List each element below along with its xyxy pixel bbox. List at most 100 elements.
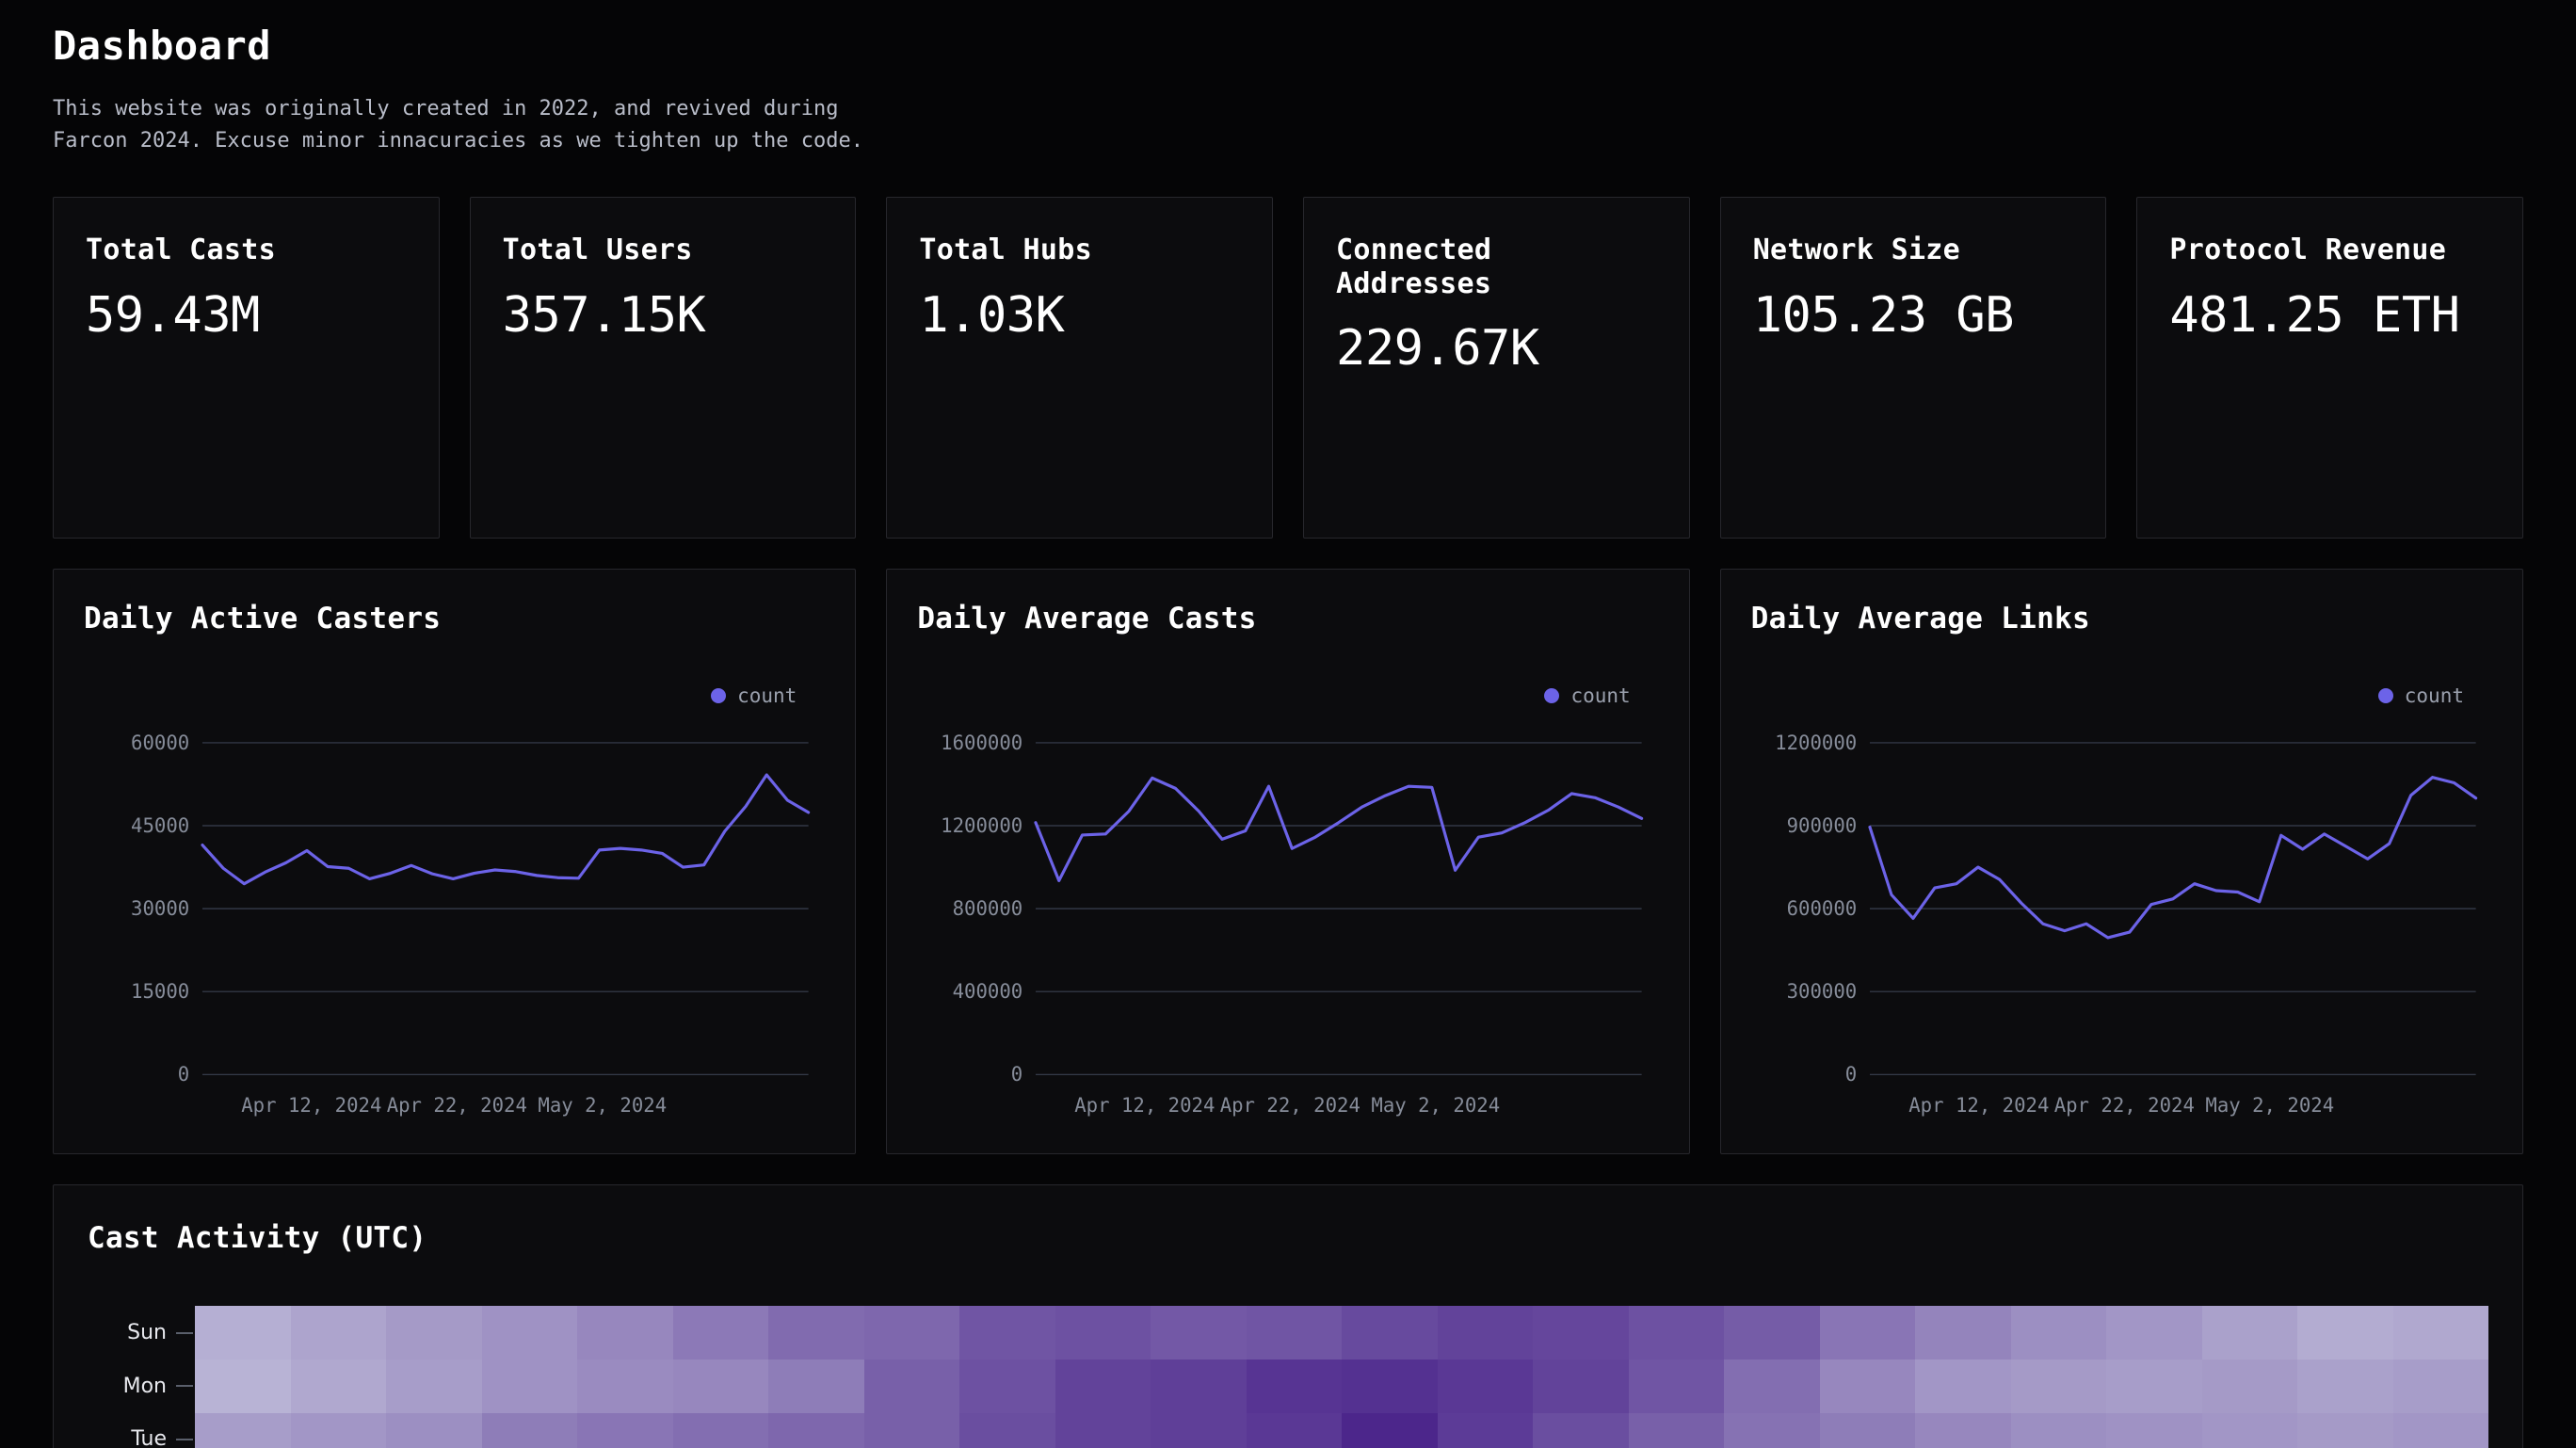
heatmap-cell[interactable] (1915, 1359, 2011, 1413)
heatmap-cell[interactable] (2201, 1412, 2297, 1448)
heatmap-cell[interactable] (1628, 1306, 1724, 1360)
heatmap-cell[interactable] (577, 1306, 673, 1360)
chart-legend: count (711, 684, 797, 707)
chart-title: Daily Average Casts (917, 602, 1257, 636)
heatmap-cell[interactable] (672, 1306, 768, 1360)
heatmap-cell[interactable] (2392, 1359, 2488, 1413)
heatmap-cell[interactable] (195, 1306, 291, 1360)
legend-label: count (2404, 684, 2464, 708)
heatmap-cell[interactable] (863, 1359, 959, 1413)
heatmap-cell[interactable] (290, 1359, 386, 1413)
heatmap-cell[interactable] (2010, 1412, 2106, 1448)
heatmap-cell[interactable] (2106, 1412, 2202, 1448)
heatmap-cell[interactable] (768, 1359, 864, 1413)
heatmap-cell[interactable] (1628, 1359, 1724, 1413)
line-chart-svg[interactable]: 1600000 1200000 800000 400000 0 Apr 12, 2024 A… (917, 730, 1658, 1133)
plot-area[interactable]: 1200000 900000 600000 300000 0 Apr 12, 2024 Ap… (1751, 730, 2492, 1133)
heatmap-cell[interactable] (577, 1412, 673, 1448)
heatmap-cell[interactable] (195, 1412, 291, 1448)
heatmap-cell[interactable] (768, 1306, 864, 1360)
heatmap-cell[interactable] (2106, 1306, 2202, 1360)
chart-title: Daily Active Casters (84, 602, 442, 636)
legend-dot-icon (711, 688, 727, 704)
plot-area[interactable]: 1600000 1200000 800000 400000 0 Apr 12, 2024 A… (917, 730, 1658, 1133)
heatmap-cell[interactable] (1915, 1306, 2011, 1360)
x-axis-tick-label: May 2, 2024 (2205, 1094, 2334, 1117)
heatmap-cell[interactable] (1055, 1412, 1151, 1448)
heatmap-cell[interactable] (1055, 1359, 1151, 1413)
heatmap-cell[interactable] (1342, 1306, 1438, 1360)
heatmap-cell[interactable] (1724, 1412, 1820, 1448)
heatmap-cell[interactable] (1533, 1359, 1629, 1413)
stat-card-network-size: Network Size 105.23 GB (1719, 197, 2107, 539)
line-chart-svg[interactable]: 1200000 900000 600000 300000 0 Apr 12, 2024 Ap… (1751, 730, 2492, 1133)
heatmap-grid[interactable] (195, 1306, 2488, 1448)
heatmap-cell[interactable] (2106, 1359, 2202, 1413)
plot-area[interactable]: 60000 45000 30000 15000 0 Apr 12, 2024 Apr 22,… (84, 730, 825, 1133)
heatmap-cell[interactable] (863, 1306, 959, 1360)
chart-card-daily-average-casts: Daily Average Casts count 1600000 1200000… (886, 569, 1690, 1155)
heatmap-cell[interactable] (290, 1306, 386, 1360)
heatmap-cell[interactable] (1533, 1306, 1629, 1360)
heatmap-cell[interactable] (1342, 1359, 1438, 1413)
heatmap-cell[interactable] (2201, 1306, 2297, 1360)
heatmap-cell[interactable] (1151, 1306, 1247, 1360)
heatmap-cell[interactable] (2297, 1359, 2393, 1413)
heatmap-cell[interactable] (1437, 1412, 1533, 1448)
heatmap-cell[interactable] (1819, 1412, 1915, 1448)
heatmap-body[interactable]: Sun Mon Tue (88, 1306, 2488, 1448)
heatmap-cell[interactable] (672, 1359, 768, 1413)
y-axis-tick-label: 45000 (131, 814, 189, 837)
stat-value: 481.25 ETH (2169, 286, 2460, 344)
heatmap-cell[interactable] (1819, 1359, 1915, 1413)
heatmap-cell[interactable] (481, 1306, 577, 1360)
heatmap-cell[interactable] (2297, 1306, 2393, 1360)
heatmap-cell[interactable] (959, 1412, 1055, 1448)
heatmap-cell[interactable] (1724, 1359, 1820, 1413)
heatmap-cell[interactable] (1151, 1412, 1247, 1448)
heatmap-title: Cast Activity (UTC) (88, 1221, 427, 1256)
heatmap-cell[interactable] (1819, 1306, 1915, 1360)
heatmap-cell[interactable] (481, 1412, 577, 1448)
heatmap-card-cast-activity: Cast Activity (UTC) Sun Mon Tue (53, 1184, 2523, 1448)
heatmap-day-label: Mon (122, 1374, 167, 1398)
heatmap-cell[interactable] (1724, 1306, 1820, 1360)
heatmap-cell[interactable] (195, 1359, 291, 1413)
heatmap-cell[interactable] (1533, 1412, 1629, 1448)
stat-card-connected-addresses: Connected Addresses 229.67K (1303, 197, 1690, 539)
x-axis-tick-label: May 2, 2024 (538, 1094, 667, 1117)
heatmap-cell[interactable] (1915, 1412, 2011, 1448)
dashboard-page: Dashboard This website was originally cr… (0, 0, 2576, 1448)
heatmap-cell[interactable] (2297, 1412, 2393, 1448)
heatmap-cell[interactable] (863, 1412, 959, 1448)
heatmap-cell[interactable] (1055, 1306, 1151, 1360)
heatmap-cell[interactable] (768, 1412, 864, 1448)
heatmap-cell[interactable] (2392, 1306, 2488, 1360)
heatmap-cell[interactable] (2010, 1306, 2106, 1360)
heatmap-cell[interactable] (672, 1412, 768, 1448)
heatmap-cell[interactable] (2010, 1359, 2106, 1413)
heatmap-cell[interactable] (290, 1412, 386, 1448)
y-axis-tick-label: 600000 (1786, 897, 1857, 920)
heatmap-cell[interactable] (1246, 1359, 1342, 1413)
heatmap-cell[interactable] (1628, 1412, 1724, 1448)
heatmap-cell[interactable] (386, 1306, 482, 1360)
heatmap-cell[interactable] (1437, 1359, 1533, 1413)
heatmap-cell[interactable] (386, 1412, 482, 1448)
heatmap-cell[interactable] (2201, 1359, 2297, 1413)
heatmap-y-row: Tue (88, 1413, 195, 1448)
heatmap-cell[interactable] (577, 1359, 673, 1413)
heatmap-cell[interactable] (1151, 1359, 1247, 1413)
stat-value: 59.43M (86, 286, 260, 344)
heatmap-cell[interactable] (1437, 1306, 1533, 1360)
heatmap-cell[interactable] (2392, 1412, 2488, 1448)
heatmap-cell[interactable] (1246, 1412, 1342, 1448)
heatmap-cell[interactable] (959, 1306, 1055, 1360)
heatmap-cell[interactable] (1342, 1412, 1438, 1448)
heatmap-cell[interactable] (386, 1359, 482, 1413)
legend-dot-icon (2377, 688, 2393, 704)
heatmap-cell[interactable] (1246, 1306, 1342, 1360)
heatmap-cell[interactable] (959, 1359, 1055, 1413)
line-chart-svg[interactable]: 60000 45000 30000 15000 0 Apr 12, 2024 Apr 22,… (84, 730, 825, 1133)
heatmap-cell[interactable] (481, 1359, 577, 1413)
